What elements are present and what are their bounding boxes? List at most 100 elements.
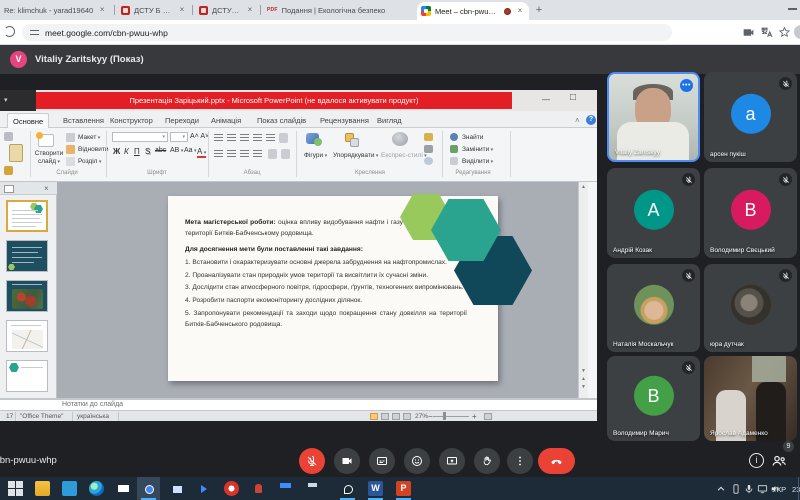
participant-tile-yaroslav[interactable]: Ярослав Адаменко — [704, 356, 797, 441]
slide-thumbnail[interactable] — [6, 280, 48, 312]
mic-toggle-button[interactable] — [299, 448, 325, 474]
ribbon-tab-view[interactable]: Вигляд — [372, 113, 407, 128]
ribbon-tab-design[interactable]: Конструктор — [105, 113, 158, 128]
increase-indent-icon[interactable] — [253, 134, 262, 142]
notes-pane[interactable]: Нотатки до слайда — [0, 398, 597, 410]
ppt-minimize-icon[interactable] — [542, 96, 550, 104]
tray-mic-icon[interactable] — [744, 484, 754, 494]
paste-icon[interactable] — [9, 144, 23, 162]
line-spacing-icon[interactable] — [266, 134, 275, 142]
tray-phone-icon[interactable] — [731, 484, 741, 494]
slide-thumbnail-current[interactable] — [6, 200, 48, 232]
profile-avatar[interactable] — [794, 25, 800, 39]
slide-thumbnail[interactable] — [6, 360, 48, 392]
participant-tile-vitaliy[interactable]: Vitaliy Zaritskyy — [607, 72, 700, 162]
slideshow-icon[interactable] — [403, 413, 411, 420]
keyboard-language-indicator[interactable]: УКР — [772, 485, 786, 494]
change-case-button[interactable]: Aa — [184, 147, 196, 154]
new-slide-button[interactable]: Створити слайд — [34, 150, 64, 166]
ribbon-tab-transitions[interactable]: Переходи — [160, 113, 204, 128]
ribbon-tab-slideshow[interactable]: Показ слайдів — [252, 113, 311, 128]
tab-close-icon[interactable] — [515, 6, 525, 16]
word-icon[interactable] — [368, 481, 383, 496]
ribbon-tab-insert[interactable]: Вставлення — [58, 113, 109, 128]
meeting-details-icon[interactable] — [749, 453, 764, 468]
browser-tab-4[interactable]: Подання | Екологічна безпеко — [263, 0, 415, 20]
text-direction-icon[interactable] — [279, 133, 288, 143]
italic-button[interactable]: К — [124, 147, 129, 156]
participant-tile-andriy[interactable]: А Андрій Козак — [607, 168, 700, 258]
shapes-button[interactable]: Фігури — [304, 152, 327, 159]
address-bar[interactable]: meet.google.com/cbn-pwuu-whp — [22, 24, 672, 41]
browser-tab-3[interactable]: ДСТУ 7705:2015 Захист довкі — [195, 0, 259, 20]
powerpoint-icon[interactable] — [396, 481, 411, 496]
tab-close-icon[interactable] — [177, 5, 187, 15]
participant-tile-arsen[interactable]: a арсен пукіш — [704, 72, 797, 162]
character-spacing-button[interactable]: АВ — [170, 147, 183, 154]
strikethrough-button[interactable]: abc — [155, 147, 166, 154]
reset-button[interactable]: Відновити — [78, 146, 108, 153]
arrange-button[interactable]: Упорядкувати — [333, 152, 378, 159]
ribbon-tab-review[interactable]: Рецензування — [315, 113, 374, 128]
smartart-convert-icon[interactable] — [281, 149, 290, 159]
start-button-icon[interactable] — [8, 481, 23, 496]
camera-in-use-icon[interactable] — [742, 26, 755, 39]
bullets-icon[interactable] — [214, 134, 223, 142]
section-button[interactable]: Розділ — [78, 158, 101, 165]
reload-icon[interactable] — [4, 26, 15, 37]
bold-button[interactable]: Ж — [113, 147, 120, 156]
find-button[interactable]: Знайти — [462, 134, 483, 141]
vertical-scrollbar[interactable]: ▲ ▼ ▲ ▼ — [578, 182, 588, 398]
ppt-maximize-icon[interactable] — [570, 94, 576, 102]
layout-button[interactable]: Макет — [78, 134, 100, 141]
columns-icon[interactable] — [268, 149, 277, 159]
grow-shrink-font-icons[interactable]: A˄ A˅ — [190, 133, 209, 140]
new-tab-button[interactable] — [533, 4, 545, 16]
tray-expand-icon[interactable] — [716, 484, 726, 494]
raise-hand-button[interactable] — [474, 448, 500, 474]
slides-tab-icon[interactable] — [4, 185, 14, 193]
shape-fill-icon[interactable] — [424, 133, 433, 141]
normal-view-icon[interactable] — [370, 413, 378, 420]
file-explorer-icon[interactable] — [35, 481, 50, 496]
slide-thumbnail[interactable] — [6, 240, 48, 272]
more-options-button[interactable] — [507, 448, 533, 474]
replace-button[interactable]: Замінити — [462, 146, 493, 153]
browser-tab-1[interactable]: Re: klimchuk - yarad19640 — [0, 0, 112, 20]
present-screen-button[interactable] — [439, 448, 465, 474]
reactions-button[interactable] — [404, 448, 430, 474]
justify-icon[interactable] — [253, 150, 262, 158]
text-shadow-button[interactable]: S — [145, 147, 150, 156]
zoom-slider-thumb[interactable] — [443, 412, 446, 420]
help-icon[interactable] — [586, 115, 596, 125]
font-color-button[interactable]: А — [197, 147, 206, 158]
zoom-out-icon[interactable]: − — [428, 412, 433, 421]
ribbon-collapse-icon[interactable] — [575, 116, 580, 125]
browser-tab-2[interactable]: ДСТУ Б 8.2.4-6:2012 Споруди — [117, 0, 191, 20]
zoom-slider-track[interactable] — [433, 416, 469, 417]
language-indicator[interactable]: українська — [77, 413, 109, 420]
numbering-icon[interactable] — [227, 134, 236, 142]
ribbon-tab-home[interactable]: Основне — [7, 113, 49, 128]
translate-icon[interactable] — [760, 26, 773, 39]
tab-close-icon[interactable] — [97, 5, 107, 15]
window-minimize-icon[interactable] — [788, 8, 797, 10]
tray-display-icon[interactable] — [757, 484, 768, 494]
align-center-icon[interactable] — [227, 150, 236, 158]
font-name-select[interactable] — [112, 132, 168, 142]
browser-tab-meet-active[interactable]: Meet – cbn-pwuu-whp — [417, 2, 529, 20]
shape-outline-icon[interactable] — [424, 145, 433, 153]
end-call-button[interactable] — [538, 448, 575, 474]
decrease-indent-icon[interactable] — [240, 134, 249, 142]
align-right-icon[interactable] — [240, 150, 249, 158]
bookmark-star-icon[interactable] — [778, 26, 791, 39]
participant-tile-volodymyr-s[interactable]: В Володимир Свєцький — [704, 168, 797, 258]
ribbon-tab-animations[interactable]: Анімація — [206, 113, 246, 128]
format-painter-icon[interactable] — [4, 166, 13, 175]
participant-tile-natalia[interactable]: Наталія Москальчук — [607, 264, 700, 352]
close-pane-icon[interactable] — [44, 184, 49, 193]
edge-icon[interactable] — [89, 481, 104, 496]
cut-icon[interactable] — [4, 132, 13, 141]
participant-tile-yura[interactable]: юра дутчак — [704, 264, 797, 352]
tile-options-icon[interactable] — [680, 79, 693, 92]
